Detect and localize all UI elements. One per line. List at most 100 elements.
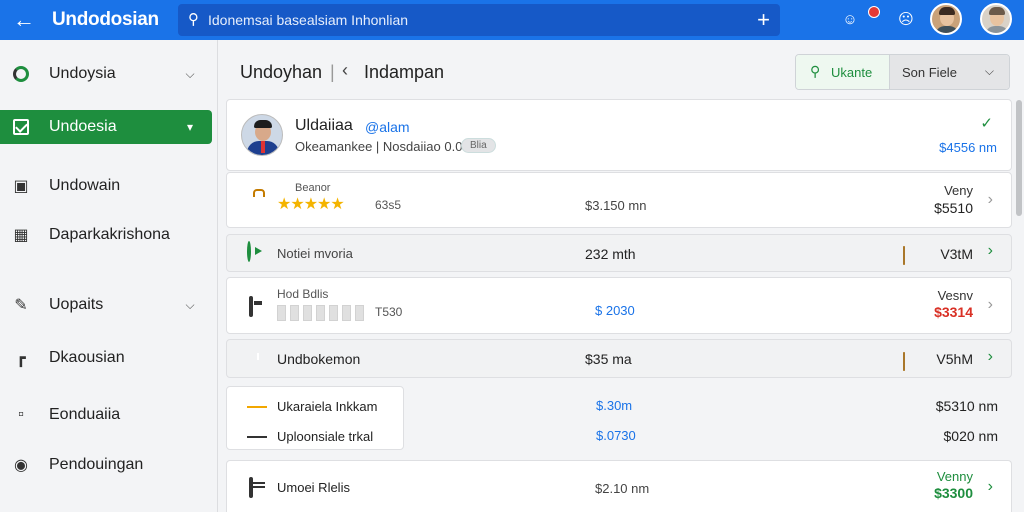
avatar-tie <box>261 141 265 153</box>
row-value: $5310 nm <box>935 398 998 414</box>
avatar-hair <box>989 7 1005 15</box>
chevron-down-icon: ⌵ <box>984 64 994 78</box>
list-item-notiei[interactable]: Notiei mvoria 232 mth V3tM › <box>226 234 1012 272</box>
search-input[interactable]: Idonemsai basealsiam Inhonlian <box>208 12 408 28</box>
list-item-hod[interactable]: Hod Bdlis T530 $ 2030 Vesnv $3314 › <box>226 277 1012 334</box>
chevron-left-icon[interactable]: ‹ <box>342 60 348 81</box>
sausage-icon <box>903 352 905 371</box>
feedback-icon[interactable]: ☹ <box>892 6 920 34</box>
star-icon: ★ <box>317 196 331 213</box>
sidebar-item-uopaits[interactable]: ✎ Uopaits ⌵ <box>0 288 212 322</box>
row-value: $5510 <box>934 200 973 216</box>
search-button-label: Ukante <box>831 65 873 80</box>
avatar-shirt <box>985 26 1009 33</box>
caret-down-icon[interactable]: ▾ <box>180 120 200 134</box>
list-item-rating[interactable]: Beanor ★★★★★ 63s5 $3.150 mn Veny $5510 › <box>226 172 1012 228</box>
row-amount: $3.150 mn <box>585 198 647 213</box>
sidebar-item-label: Pendouingan <box>49 456 144 473</box>
chevron-right-icon[interactable]: › <box>988 348 993 366</box>
chevron-right-icon[interactable]: › <box>988 296 993 314</box>
list-item-undbokemon[interactable]: Undbokemon $35 ma V5hM › <box>226 339 1012 378</box>
sidebar-item-pendouingan[interactable]: ◉ Pendouingan <box>0 448 212 482</box>
sidebar: Undoysia ⌵ Undoesia ▾ ▣ Undowain ▦ Dapar… <box>0 40 218 512</box>
search-sort-control: ⚲ Ukante Son Fiele ⌵ <box>795 54 1010 90</box>
avatar-secondary[interactable] <box>980 3 1012 35</box>
row-amount: $2.10 nm <box>595 481 650 496</box>
record-icon: ◉ <box>14 457 28 474</box>
row-value: $3314 <box>934 304 973 320</box>
star-icon: ★ <box>303 196 318 213</box>
notification-badge <box>868 6 880 18</box>
chevron-right-icon[interactable]: › <box>988 478 993 496</box>
row-title: Hod Bdlis <box>277 287 329 301</box>
sidebar-item-label: Uopaits <box>49 296 104 313</box>
sidebar-item-undowain[interactable]: ▣ Undowain <box>0 169 212 203</box>
row-value: $020 nm <box>943 428 998 444</box>
play-circle-icon <box>247 241 251 262</box>
scrollbar[interactable] <box>1014 100 1024 512</box>
row-value: $3300 <box>934 485 973 501</box>
avatar-hair <box>939 7 955 15</box>
grid-icon: ▦ <box>13 227 29 244</box>
row-label: Venny <box>936 469 973 484</box>
menu-item-label[interactable]: Uploonsiale trkal <box>277 429 373 444</box>
sidebar-item-daparkakrishona[interactable]: ▦ Daparkakrishona <box>0 218 212 252</box>
chevron-right-icon[interactable]: › <box>988 191 993 209</box>
sort-label: Son Fiele <box>902 65 957 80</box>
rating-stars: ★★★★★ <box>277 194 345 214</box>
profile-meta: Okeamankee | Nosdaiiao 0.0 <box>295 139 463 154</box>
breadcrumb-separator: | <box>330 62 335 82</box>
row-amount: $.0730 <box>596 428 636 443</box>
row-label: Undbokemon <box>277 351 361 367</box>
app-title: Undodosian <box>52 9 159 30</box>
profile-name: Uldaiiaa <box>295 117 353 134</box>
breadcrumb: Indampan <box>364 62 445 82</box>
profile-card[interactable]: Uldaiiaa @alam Okeamankee | Nosdaiiao 0.… <box>226 99 1012 171</box>
search-icon: ⚲ <box>188 11 199 28</box>
row-value: V5hM <box>936 351 973 367</box>
sidebar-item-label: Dkaousian <box>49 349 125 366</box>
sidebar-item-undoesia[interactable]: Undoesia ▾ <box>0 110 212 144</box>
sidebar-item-eonduaiia[interactable]: ▫ Eonduaiia <box>0 398 212 432</box>
sidebar-item-label: Undoesia <box>49 118 117 135</box>
chevron-down-icon[interactable]: ✓ <box>980 114 993 132</box>
sidebar-item-undoysia[interactable]: Undoysia ⌵ <box>0 57 212 91</box>
sidebar-item-label: Daparkakrishona <box>49 226 170 243</box>
plus-icon[interactable]: + <box>757 7 770 33</box>
screen-icon <box>249 296 253 317</box>
chevron-right-icon[interactable]: › <box>988 242 993 260</box>
row-amount: $35 ma <box>585 351 632 367</box>
sidebar-item-dkaousian[interactable]: ┏ Dkaousian <box>0 341 212 375</box>
row-label: Vesnv <box>937 288 973 303</box>
sidebar-item-label: Undowain <box>49 177 121 194</box>
chart-icon: ┏ <box>16 350 26 367</box>
camera-icon: ▣ <box>13 178 29 195</box>
sidebar-item-label: Undoysia <box>49 65 116 82</box>
person-add-icon[interactable]: ☺ <box>836 6 864 34</box>
sort-dropdown[interactable]: Son Fiele ⌵ <box>890 55 1009 89</box>
chevron-down-icon[interactable]: ⌵ <box>180 298 200 313</box>
row-amount: $ 2030 <box>595 303 635 318</box>
search-button[interactable]: ⚲ Ukante <box>796 55 890 89</box>
search-box[interactable]: ⚲ Idonemsai basealsiam Inhonlian + <box>178 4 780 36</box>
row-value: V3tM <box>940 246 973 262</box>
group-menu: Ukaraiela Inkkam Uploonsiale trkal <box>226 386 404 450</box>
arrow-left-icon[interactable]: ← <box>12 8 36 32</box>
avatar <box>241 114 283 156</box>
top-bar: ← Undodosian ⚲ Idonemsai basealsiam Inho… <box>0 0 1024 40</box>
chevron-down-icon[interactable]: ⌵ <box>180 67 200 82</box>
search-icon: ⚲ <box>810 63 821 79</box>
list-item-umoei[interactable]: Umoei Rlelis $2.10 nm Venny $3300 › <box>226 460 1012 512</box>
row-amount: 232 mth <box>585 246 636 262</box>
row-amount: $.30m <box>596 398 633 413</box>
avatar[interactable] <box>930 3 962 35</box>
row-code: T530 <box>375 305 403 319</box>
rating-count: 63s5 <box>375 198 402 212</box>
status-badge: Blia <box>461 138 496 153</box>
menu-item-label[interactable]: Ukaraiela Inkkam <box>277 399 377 414</box>
list-box-icon <box>249 477 253 498</box>
star-icon: ★ <box>330 196 344 213</box>
scrollbar-thumb[interactable] <box>1016 100 1022 216</box>
profile-handle[interactable]: @alam <box>365 119 410 135</box>
row-label: Notiei mvoria <box>277 246 353 261</box>
